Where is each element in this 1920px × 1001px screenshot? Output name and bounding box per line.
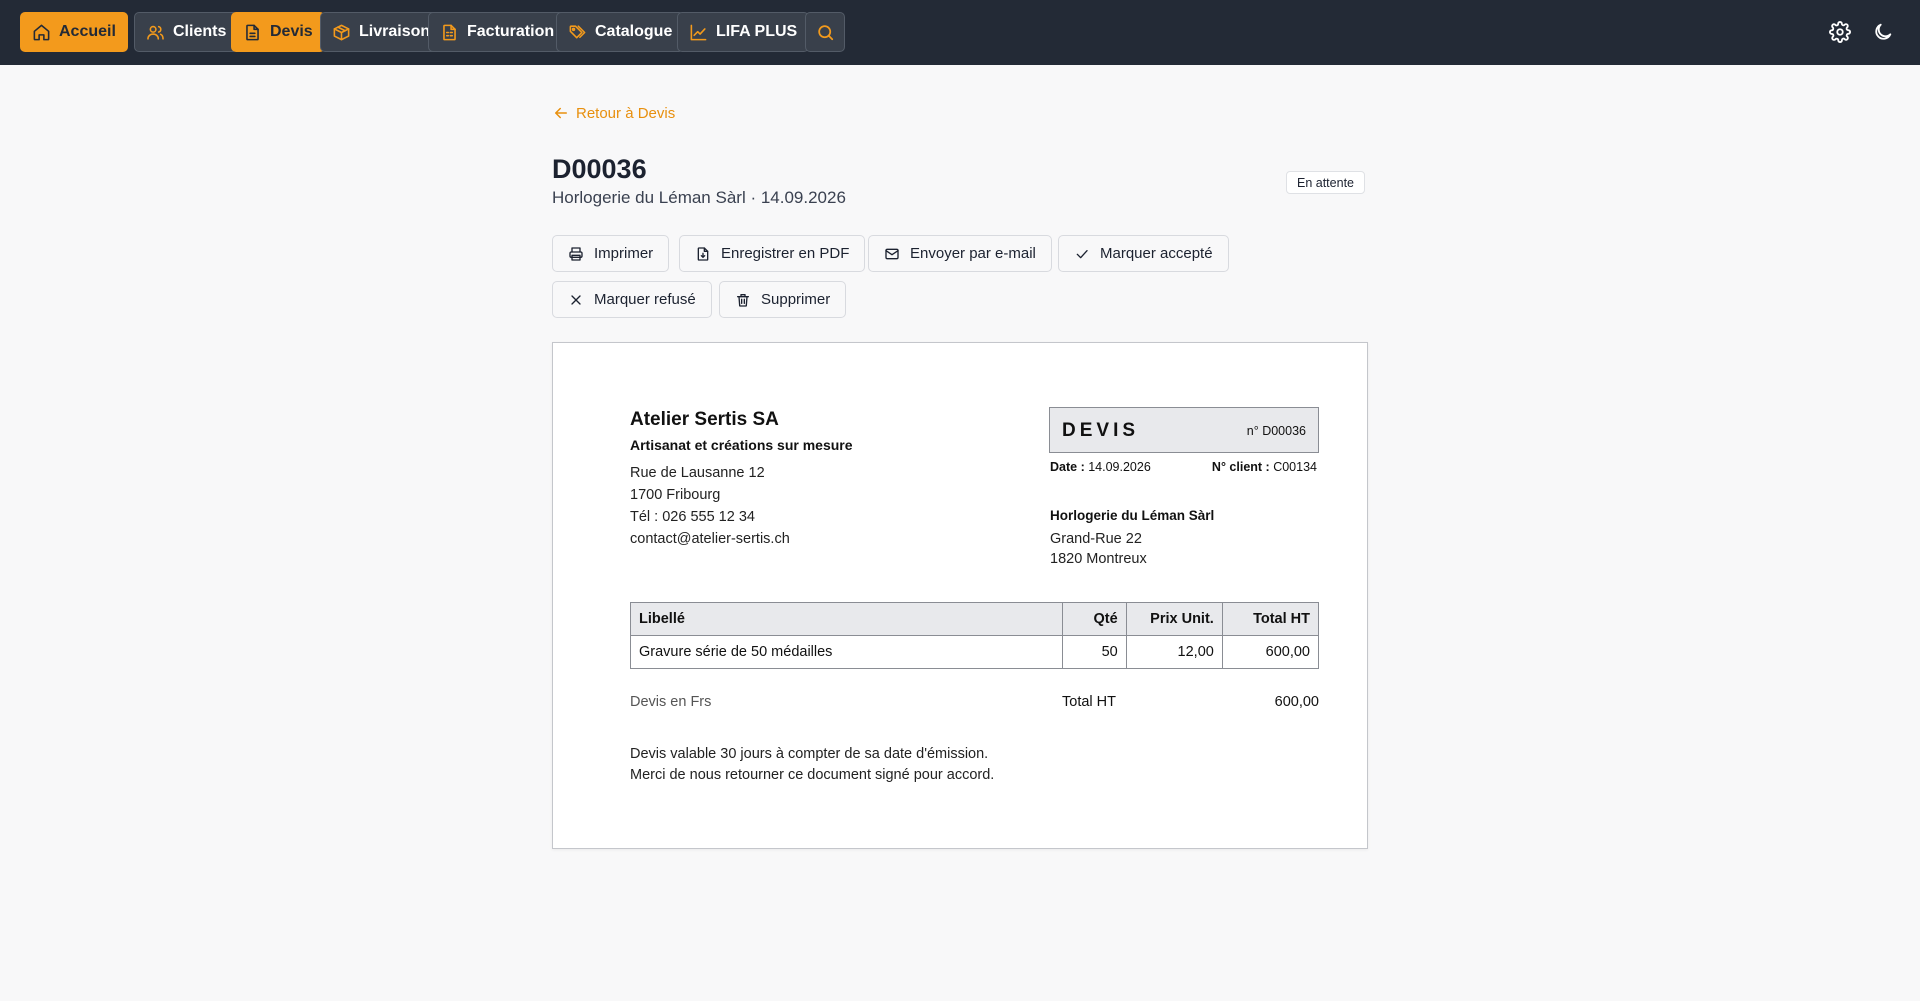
mail-icon [885, 248, 899, 259]
company-tagline: Artisanat et créations sur mesure [630, 437, 853, 453]
client-street: Grand-Rue 22 [1050, 531, 1142, 547]
nav-accueil-label: Accueil [59, 23, 116, 40]
document-icon [246, 24, 259, 40]
mark-accepted-label: Marquer accepté [1100, 245, 1213, 262]
company-email: contact@atelier-sertis.ch [630, 531, 790, 547]
check-icon [1076, 249, 1088, 258]
printer-icon [569, 246, 583, 261]
nav-lifa-plus-button[interactable]: LIFA PLUS [677, 12, 810, 52]
header-total-ht: Total HT [1221, 602, 1320, 636]
nav-livraison-button[interactable]: Livraison [320, 12, 443, 52]
nav-devis-label: Devis [270, 23, 313, 40]
table-header-row: Libellé Qté Prix Unit. Total HT [630, 602, 1320, 636]
moon-icon[interactable] [1872, 21, 1894, 43]
cell-total-ht: 600,00 [1221, 635, 1320, 669]
nav-livraison-label: Livraison [359, 23, 431, 40]
save-pdf-button[interactable]: Enregistrer en PDF [679, 235, 866, 272]
company-name: Atelier Sertis SA [630, 409, 779, 430]
status-badge: En attente [1286, 171, 1365, 194]
nav-lifa-plus-label: LIFA PLUS [716, 23, 798, 40]
client-number-value: C00134 [1273, 460, 1317, 474]
client-number-label: N° client : [1211, 460, 1270, 474]
print-button[interactable]: Imprimer [552, 235, 670, 272]
validity-note: Devis valable 30 jours à compter de sa d… [630, 746, 989, 762]
client-city: 1820 Montreux [1050, 551, 1147, 567]
delete-button[interactable]: Supprimer [719, 281, 847, 318]
company-city: 1700 Fribourg [630, 487, 721, 503]
trash-icon [737, 293, 749, 307]
tags-icon [569, 24, 586, 38]
search-button[interactable] [805, 12, 845, 52]
arrow-left-icon [555, 107, 567, 119]
nav-catalogue-button[interactable]: Catalogue [556, 12, 685, 52]
send-email-button[interactable]: Envoyer par e-mail [868, 235, 1052, 272]
quote-document-preview: Atelier Sertis SA Artisanat et créations… [552, 342, 1368, 849]
header-qte: Qté [1061, 602, 1127, 636]
cell-libelle: Gravure série de 50 médailles [630, 635, 1063, 669]
cell-qte: 50 [1061, 635, 1127, 669]
nav-accueil-button[interactable]: Accueil [20, 12, 128, 52]
page-subtitle: Horlogerie du Léman Sàrl · 14.09.2026 [552, 188, 846, 207]
date-value: 14.09.2026 [1088, 460, 1151, 474]
back-to-devis-link[interactable]: Retour à Devis [552, 104, 675, 122]
document-client-number: N° client : C00134 [1212, 460, 1317, 474]
gear-icon[interactable] [1829, 21, 1851, 43]
back-link-label: Retour à Devis [576, 104, 676, 122]
currency-note: Devis en Frs [630, 694, 712, 710]
mark-accepted-button[interactable]: Marquer accepté [1058, 235, 1229, 272]
print-label: Imprimer [594, 245, 654, 262]
search-icon [817, 24, 833, 40]
company-street: Rue de Lausanne 12 [630, 465, 765, 481]
document-date: Date : 14.09.2026 [1050, 460, 1151, 474]
home-icon [33, 24, 50, 40]
items-table: Libellé Qté Prix Unit. Total HT Gravure … [630, 602, 1320, 669]
total-value: 600,00 [1274, 694, 1319, 710]
top-navigation-bar: Accueil Clients Devis Livraison Facturat… [0, 0, 1920, 65]
client-name: Horlogerie du Léman Sàrl [1050, 508, 1215, 523]
invoice-icon [443, 24, 456, 40]
nav-clients-label: Clients [173, 23, 227, 40]
nav-clients-button[interactable]: Clients [134, 12, 239, 52]
users-icon [147, 25, 164, 40]
cell-prix-unit: 12,00 [1125, 635, 1223, 669]
close-icon [571, 294, 581, 305]
send-email-label: Envoyer par e-mail [910, 245, 1036, 262]
table-row: Gravure série de 50 médailles 50 12,00 6… [630, 635, 1320, 669]
box-icon [333, 24, 350, 40]
document-title-box: DEVIS n° D00036 [1049, 407, 1319, 453]
header-libelle: Libellé [630, 602, 1063, 636]
mark-refused-label: Marquer refusé [594, 291, 696, 308]
document-number: n° D00036 [1246, 424, 1306, 438]
nav-catalogue-label: Catalogue [595, 23, 673, 40]
document-title: DEVIS [1062, 420, 1140, 441]
nav-facturation-label: Facturation [467, 23, 555, 40]
header-prix-unit: Prix Unit. [1125, 602, 1223, 636]
delete-label: Supprimer [761, 291, 831, 308]
nav-facturation-button[interactable]: Facturation [428, 12, 567, 52]
chart-line-icon [690, 24, 707, 40]
company-phone: Tél : 026 555 12 34 [630, 509, 755, 525]
file-download-icon [697, 246, 709, 261]
date-label: Date : [1050, 460, 1085, 474]
mark-refused-button[interactable]: Marquer refusé [552, 281, 712, 318]
save-pdf-label: Enregistrer en PDF [721, 245, 850, 262]
nav-devis-button[interactable]: Devis [231, 12, 325, 52]
signature-note: Merci de nous retourner ce document sign… [630, 767, 995, 783]
total-label: Total HT [1062, 694, 1116, 710]
page-title: D00036 [552, 154, 647, 184]
